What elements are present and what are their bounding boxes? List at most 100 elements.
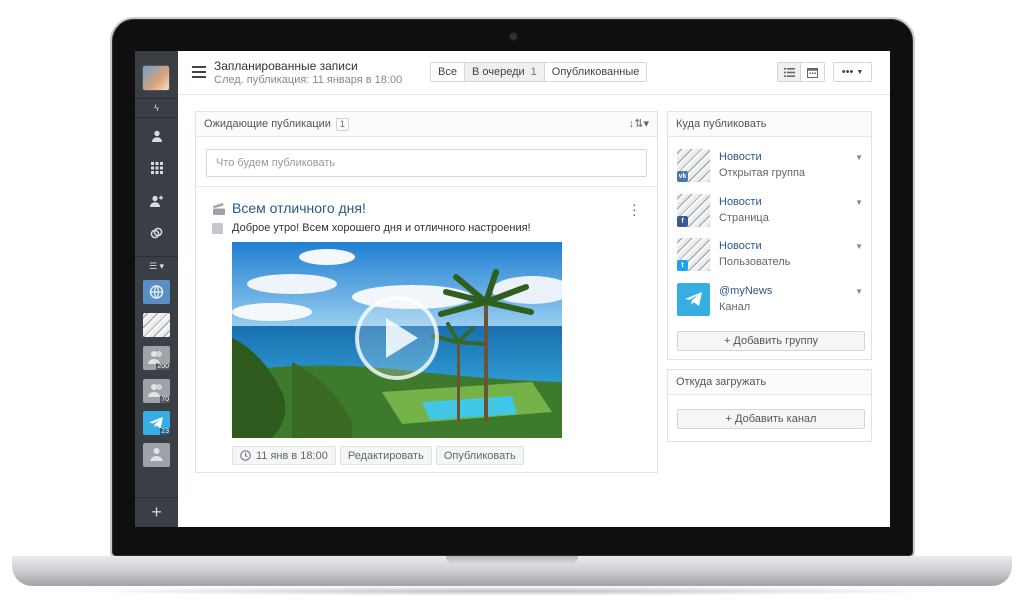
text-icon [212, 223, 223, 234]
pending-panel-header: Ожидающие публикации 1 ↓⇅▾ [196, 112, 657, 137]
destination-name[interactable]: @myNews [719, 285, 772, 297]
list-icon [783, 67, 795, 77]
post-title[interactable]: Всем отличного дня! [232, 200, 366, 216]
load-sources-panel: Откуда загружать + Добавить канал [667, 369, 872, 442]
destination-name[interactable]: Новости [719, 196, 762, 208]
destination-name[interactable]: Новости [719, 240, 762, 252]
laptop-shadow [60, 586, 964, 596]
top-bar: Запланированные записи След. публикация:… [178, 51, 890, 95]
sidebar-item-add-user[interactable] [135, 191, 178, 211]
sort-icon[interactable]: ↓⇅▾ [629, 117, 649, 130]
calendar-icon [807, 67, 818, 78]
destination-type: Пользователь [719, 256, 791, 268]
filter-tabs: Все В очереди 1 Опубликованные [430, 62, 648, 82]
badge-count: 70 [160, 396, 170, 403]
publish-button[interactable]: Опубликовать [435, 446, 524, 465]
sidebar-group-70[interactable]: 70 [143, 379, 170, 403]
publish-destinations-header: Куда публиковать [668, 112, 871, 137]
sidebar-divider [135, 256, 178, 257]
webcam [510, 33, 517, 40]
add-channel-button[interactable]: + Добавить канал [677, 409, 865, 429]
load-sources-header: Откуда загружать [668, 370, 871, 395]
destination-item[interactable]: @myNews Канал ▼ [677, 283, 865, 319]
post-actions: 11 янв в 18:00 Редактировать Опубликоват… [232, 446, 524, 465]
user-icon [151, 130, 162, 142]
tab-published[interactable]: Опубликованные [544, 63, 647, 81]
clock-icon [240, 450, 251, 461]
sidebar-group-200[interactable]: 200 [143, 346, 170, 370]
telegram-icon [685, 292, 702, 306]
twitter-icon: t [677, 260, 688, 271]
facebook-icon: f [677, 216, 688, 227]
chevron-down-icon[interactable]: ▼ [855, 153, 863, 162]
hamburger-menu-icon[interactable] [192, 66, 206, 78]
chevron-down-icon[interactable]: ▼ [855, 287, 863, 296]
chevron-down-icon[interactable]: ▼ [855, 242, 863, 251]
lightning-icon[interactable]: ϟ [135, 101, 178, 115]
sidebar-group-user[interactable] [143, 443, 170, 467]
user-icon [150, 448, 163, 461]
tab-label: Опубликованные [551, 66, 640, 78]
badge-count: 23 [160, 428, 170, 435]
sidebar: ϟ ☰ ▾ 200 70 23 + [135, 51, 178, 527]
edit-button[interactable]: Редактировать [339, 446, 432, 465]
edit-label: Редактировать [347, 449, 424, 462]
avatar[interactable] [142, 65, 170, 91]
sidebar-group-news[interactable] [143, 313, 170, 337]
schedule-time-button[interactable]: 11 янв в 18:00 [232, 446, 336, 465]
compose-input[interactable]: Что будем публиковать [206, 149, 647, 177]
post-text: Доброе утро! Всем хорошего дня и отлично… [232, 222, 531, 234]
more-dots-icon: ••• [841, 66, 854, 78]
chevron-down-icon[interactable]: ▼ [855, 198, 863, 207]
sidebar-divider [135, 117, 178, 118]
destination-type: Открытая группа [719, 167, 806, 179]
sidebar-item-profile[interactable] [135, 126, 178, 146]
link-icon [150, 227, 163, 238]
destination-item[interactable]: vk Новости Открытая группа ▼ [677, 149, 865, 185]
telegram-thumbnail [677, 283, 710, 316]
destination-item[interactable]: f Новости Страница ▼ [677, 194, 865, 230]
tab-all[interactable]: Все [431, 63, 465, 81]
post-menu-icon[interactable]: · · · [632, 197, 637, 221]
tab-queued[interactable]: В очереди 1 [464, 63, 545, 81]
app-screen: ϟ ☰ ▾ 200 70 23 + Запланированные записи… [135, 51, 890, 527]
post-type-icon [213, 203, 225, 215]
add-group-button[interactable]: + Добавить группу [677, 331, 865, 351]
pending-count: 1 [335, 117, 349, 131]
sidebar-item-apps[interactable] [135, 158, 178, 178]
list-view-button[interactable] [778, 63, 801, 81]
grid-icon [150, 162, 163, 174]
pending-title: Ожидающие публикации [204, 118, 331, 130]
destination-name[interactable]: Новости [719, 151, 762, 163]
page-title: Запланированные записи [214, 59, 358, 73]
sidebar-item-links[interactable] [135, 223, 178, 243]
tab-label: Все [438, 66, 457, 78]
add-user-icon [150, 195, 163, 207]
sidebar-group-globe[interactable] [143, 280, 170, 304]
tab-label: В очереди [471, 66, 525, 78]
chevron-down-icon: ▼ [856, 68, 864, 76]
next-publication-info: След. публикация: 11 января в 18:00 [214, 74, 403, 86]
sidebar-group-telegram[interactable]: 23 [143, 411, 170, 435]
tab-count: 1 [530, 66, 537, 78]
sidebar-divider [135, 98, 178, 99]
destination-item[interactable]: t Новости Пользователь ▼ [677, 238, 865, 274]
more-options-button[interactable]: ••• ▼ [833, 62, 872, 82]
publish-destinations-panel: Куда публиковать vk Новости Открытая гру… [667, 111, 872, 360]
vk-icon: vk [677, 171, 688, 182]
divider [196, 186, 657, 187]
destination-type: Канал [719, 301, 751, 313]
view-toggle [777, 62, 825, 82]
video-preview[interactable] [232, 242, 562, 438]
publish-label: Опубликовать [443, 449, 516, 462]
schedule-time-label: 11 янв в 18:00 [256, 449, 328, 462]
add-icon[interactable]: + [135, 497, 178, 527]
badge-count: 200 [156, 363, 170, 370]
globe-icon [149, 285, 164, 299]
laptop-notch [446, 556, 578, 564]
destination-type: Страница [719, 212, 769, 224]
calendar-view-button[interactable] [801, 63, 824, 81]
video-thumbnail [232, 242, 562, 438]
list-menu-icon[interactable]: ☰ ▾ [135, 259, 178, 273]
pending-panel: Ожидающие публикации 1 ↓⇅▾ Что будем пуб… [195, 111, 658, 473]
